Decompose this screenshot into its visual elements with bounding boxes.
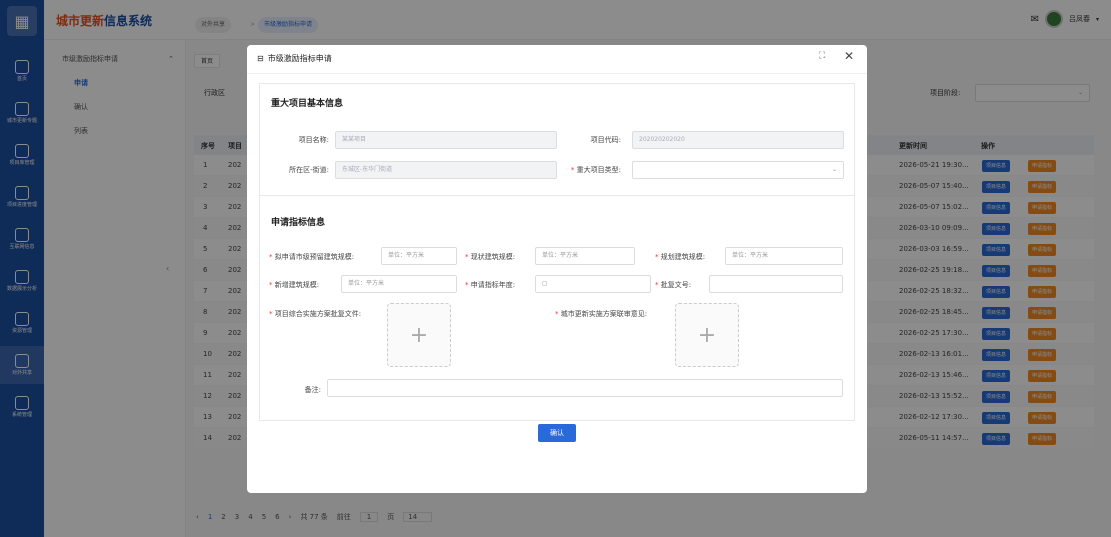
upload1-label: * 项目综合实施方案批复文件: xyxy=(269,309,361,319)
f4-label-text: 新增建筑规模: xyxy=(274,281,320,289)
f3-label-text: 规划建筑规模: xyxy=(660,253,706,261)
upload2-label-text: 城市更新实施方案联审意见: xyxy=(560,310,648,318)
project-type-select[interactable]: ⌄ xyxy=(632,161,844,179)
project-code-label: 项目代码: xyxy=(590,136,621,144)
project-name-field[interactable]: 某某项目 xyxy=(335,131,557,149)
modal-title: 市级激励指标申请 xyxy=(267,54,332,63)
close-icon[interactable]: ✕ xyxy=(844,49,854,63)
upload1-label-text: 项目综合实施方案批复文件: xyxy=(274,310,362,318)
f6-label-text: 批复文号: xyxy=(660,281,692,289)
confirm-button[interactable]: 确认 xyxy=(538,424,576,442)
project-code-field[interactable]: 202020202020 xyxy=(632,131,844,149)
modal-dialog: ⊟ 市级激励指标申请 ⛶ ✕ 重大项目基本信息 项目名称: 某某项目 项目代码:… xyxy=(247,45,867,493)
f2-label-text: 现状建筑规模: xyxy=(470,253,516,261)
f4-label: * 新增建筑规模: xyxy=(269,280,319,290)
header-divider xyxy=(247,73,867,74)
f5-date-picker[interactable]: ▢ xyxy=(535,275,651,293)
project-type-label-text: 重大项目类型: xyxy=(576,166,621,174)
f1-label-text: 拟申请市级预留建筑规模: xyxy=(274,253,355,261)
f1-label: * 拟申请市级预留建筑规模: xyxy=(269,252,354,262)
f5-label-text: 申请指标年度: xyxy=(470,281,516,289)
upload2-button[interactable]: + xyxy=(675,303,739,367)
district-field[interactable]: 东城区-东华门街道 xyxy=(335,161,557,179)
f2-label: * 现状建筑规模: xyxy=(465,252,515,262)
project-name-label: 项目名称: xyxy=(298,136,329,144)
section-divider xyxy=(259,195,855,196)
f6-input[interactable] xyxy=(709,275,843,293)
f3-label: * 规划建筑规模: xyxy=(655,252,705,262)
fullscreen-icon[interactable]: ⛶ xyxy=(819,51,825,61)
plus-icon: + xyxy=(697,322,717,348)
district-label: 所在区-街道: xyxy=(289,166,329,174)
modal-header: ⊟ 市级激励指标申请 xyxy=(257,53,332,64)
form-icon: ⊟ xyxy=(257,54,264,63)
f6-label: * 批复文号: xyxy=(655,280,691,290)
chevron-down-icon: ⌄ xyxy=(831,166,837,173)
f3-input[interactable]: 单位：平方米 xyxy=(725,247,843,265)
f2-input[interactable]: 单位：平方米 xyxy=(535,247,635,265)
section-basic-info: 重大项目基本信息 xyxy=(271,99,344,109)
project-type-label: * 重大项目类型: xyxy=(547,165,621,175)
f1-input[interactable]: 单位：平方米 xyxy=(381,247,457,265)
section-apply-info: 申请指标信息 xyxy=(271,218,326,228)
f5-label: * 申请指标年度: xyxy=(465,280,515,290)
remark-label: 备注: xyxy=(304,386,321,394)
plus-icon: + xyxy=(409,322,429,348)
calendar-icon: ▢ xyxy=(542,280,548,287)
remark-input[interactable] xyxy=(327,379,843,397)
f4-input[interactable]: 单位：平方米 xyxy=(341,275,457,293)
upload2-label: * 城市更新实施方案联审意见: xyxy=(555,309,647,319)
upload1-button[interactable]: + xyxy=(387,303,451,367)
